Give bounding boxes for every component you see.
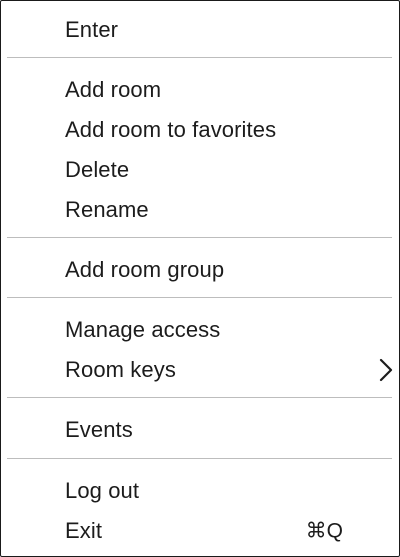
menu-separator bbox=[7, 458, 392, 459]
menu-separator bbox=[7, 297, 392, 298]
menu-item-label: Manage access bbox=[65, 317, 221, 342]
menu-item-log-out[interactable]: Log out bbox=[1, 472, 399, 510]
menu-item-events[interactable]: Events bbox=[1, 411, 399, 449]
menu-item-label: Add room bbox=[65, 77, 162, 102]
menu-item-add-room-to-favorites[interactable]: Add room to favorites bbox=[1, 111, 399, 149]
menu-item-add-room-group[interactable]: Add room group bbox=[1, 251, 399, 289]
menu-item-label: Events bbox=[65, 417, 133, 442]
menu-separator bbox=[7, 397, 392, 398]
chevron-right-icon bbox=[379, 358, 393, 382]
menu-item-enter[interactable]: Enter bbox=[1, 11, 399, 49]
menu-item-label: Delete bbox=[65, 157, 130, 182]
menu-item-label: Rename bbox=[65, 197, 149, 222]
menu-separator bbox=[7, 57, 392, 58]
menu-separator bbox=[7, 237, 392, 238]
menu-item-label: Exit bbox=[65, 518, 103, 543]
menu-item-label: Room keys bbox=[65, 357, 176, 382]
menu-item-add-room[interactable]: Add room bbox=[1, 71, 399, 109]
menu-item-delete[interactable]: Delete bbox=[1, 151, 399, 189]
menu-item-label: Log out bbox=[65, 478, 140, 503]
menu-item-room-keys[interactable]: Room keys bbox=[1, 351, 399, 389]
menu-item-label: Add room to favorites bbox=[65, 117, 277, 142]
menu-item-exit[interactable]: Exit ⌘Q bbox=[1, 512, 399, 550]
menu-item-manage-access[interactable]: Manage access bbox=[1, 311, 399, 349]
menu-item-rename[interactable]: Rename bbox=[1, 191, 399, 229]
context-menu: Enter Add room Add room to favorites Del… bbox=[0, 0, 400, 557]
menu-item-label: Add room group bbox=[65, 257, 225, 282]
menu-item-label: Enter bbox=[65, 17, 119, 42]
keyboard-shortcut: ⌘Q bbox=[305, 519, 343, 543]
